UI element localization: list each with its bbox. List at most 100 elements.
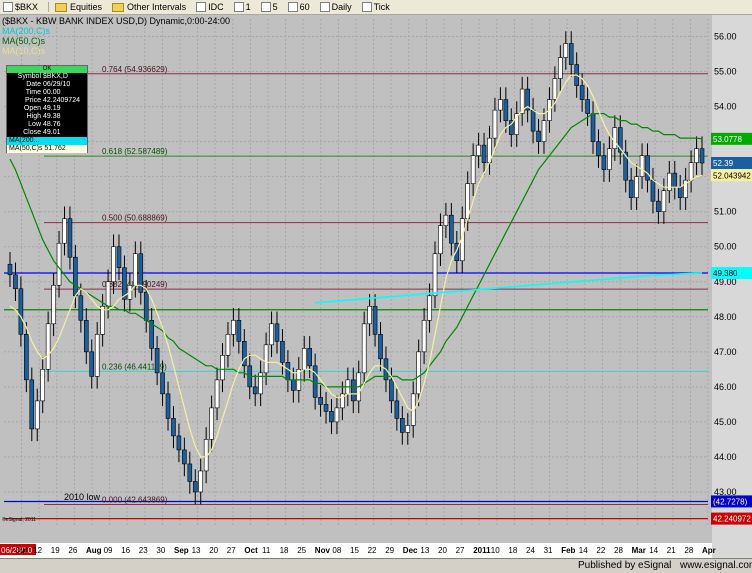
idc-button[interactable]: IDC — [193, 1, 227, 13]
candle-body — [334, 407, 340, 423]
x-tick-label: Apr — [702, 546, 716, 555]
y-tick-label: 50.00 — [714, 242, 737, 252]
candle-body — [405, 425, 411, 433]
candle-body — [650, 179, 656, 202]
price-label: 52.39 — [713, 159, 734, 168]
candle-body — [285, 362, 291, 381]
candle-body — [34, 400, 40, 430]
checkbox-icon — [361, 2, 372, 12]
price-label: 52.043942 — [713, 171, 751, 180]
equities-menu[interactable]: Equities — [52, 1, 105, 13]
candle-body — [421, 319, 427, 353]
candle-body — [661, 190, 667, 212]
candle-body — [449, 214, 454, 244]
candle-body — [143, 291, 149, 321]
y-tick-label: 54.00 — [714, 102, 737, 112]
daily-button[interactable]: Daily — [317, 1, 355, 13]
candle-body — [176, 435, 182, 451]
candle-body — [13, 274, 18, 290]
candle-body — [56, 242, 62, 286]
candle-body — [318, 397, 323, 405]
intervals-label: Other Intervals — [127, 2, 187, 12]
candle-body — [214, 379, 220, 409]
daily-label: Daily — [331, 2, 352, 12]
candle-body — [688, 162, 694, 181]
x-tick-label: 15 — [350, 546, 359, 555]
candle-body — [667, 172, 672, 191]
price-label: (42.7278) — [713, 497, 748, 506]
x-tick-label: 19 — [51, 546, 60, 555]
candle-body — [476, 144, 481, 156]
candle-body — [329, 411, 334, 423]
x-tick-label: 22 — [368, 546, 377, 555]
x-tick-label: Sep — [174, 546, 189, 555]
data-row: High 49.38 — [26, 113, 61, 120]
candle-body — [607, 148, 612, 170]
x-tick-label: 30 — [156, 546, 165, 555]
candle-body — [579, 85, 585, 100]
ma10-legend: MA(10,C)s — [2, 46, 46, 56]
y-tick-label: 47.00 — [714, 347, 737, 357]
x-tick-label: 22 — [596, 546, 605, 555]
x-tick-label: Jul — [16, 546, 28, 555]
candle-body — [7, 263, 13, 276]
x-tick-label: 23 — [139, 546, 148, 555]
x-tick-label: 11 — [262, 546, 271, 555]
folder-icon — [55, 2, 68, 12]
tick-button[interactable]: Tick — [359, 1, 393, 13]
intervals-menu[interactable]: Other Intervals — [109, 1, 189, 13]
candle-body — [62, 218, 67, 244]
candle-body — [612, 127, 618, 149]
chart-title: ($BKX - KBW BANK INDEX USD,D) Dynamic,0:… — [2, 16, 230, 26]
candle-body — [111, 246, 116, 283]
candle-body — [367, 305, 372, 325]
x-tick-label: Feb — [561, 546, 575, 555]
price-label: 49.380 — [713, 269, 738, 278]
candle-body — [541, 120, 547, 142]
checkbox-icon — [319, 2, 330, 12]
candle-body — [481, 144, 487, 163]
y-tick-label: 56.00 — [714, 32, 737, 42]
x-tick-label: 24 — [526, 546, 535, 555]
data-row: Price 42.2409724 — [25, 97, 80, 104]
candle-body — [171, 418, 176, 437]
candle-body — [585, 99, 590, 114]
x-tick-label: 29 — [385, 546, 394, 555]
x-tick-label: 31 — [544, 546, 553, 555]
candle-body — [590, 113, 596, 142]
candle-body — [73, 256, 78, 297]
checkbox-icon — [287, 2, 298, 12]
candle-body — [389, 379, 394, 402]
toolbar: $BKX Equities Other Intervals IDC 1 5 60… — [0, 0, 752, 15]
x-tick-label: 10 — [491, 546, 500, 555]
symbol-text: $BKX — [15, 2, 39, 12]
candle-body — [628, 179, 634, 198]
interval-60-button[interactable]: 60 — [285, 1, 313, 13]
publisher-url[interactable]: www.esignal.com — [680, 560, 752, 571]
x-tick-label: 14 — [649, 546, 658, 555]
candle-body — [552, 78, 558, 100]
candle-body — [312, 365, 318, 398]
x-tick-label: 27 — [227, 546, 236, 555]
data-row: Close 49.01 — [23, 129, 61, 136]
candle-body — [187, 463, 193, 482]
candle-body — [198, 470, 204, 493]
x-tick-label: 27 — [456, 546, 465, 555]
symbol-field[interactable]: $BKX — [0, 1, 41, 13]
interval-5-button[interactable]: 5 — [258, 1, 281, 13]
price-label: 42.240972 — [713, 515, 751, 524]
candle-body — [656, 200, 661, 212]
idc-label: IDC — [208, 2, 224, 12]
x-tick-label: 28 — [684, 546, 693, 555]
x-tick-label: 26 — [68, 546, 77, 555]
interval-1-button[interactable]: 1 — [231, 1, 254, 13]
candle-body — [291, 379, 296, 391]
y-tick-label: 44.00 — [714, 452, 737, 462]
candle-body — [634, 176, 639, 198]
candle-body — [209, 407, 214, 440]
price-chart[interactable]: 0.764 (54.936629) 0.618 (52.587489) 0.500 … — [0, 15, 752, 558]
x-tick-label: Mar — [632, 546, 646, 555]
x-tick-label: 14 — [579, 546, 588, 555]
candle-body — [394, 400, 400, 419]
data-window[interactable]: OK Symbol $BKX,D Date 06/29/10 Time 00.00 P… — [6, 65, 88, 153]
